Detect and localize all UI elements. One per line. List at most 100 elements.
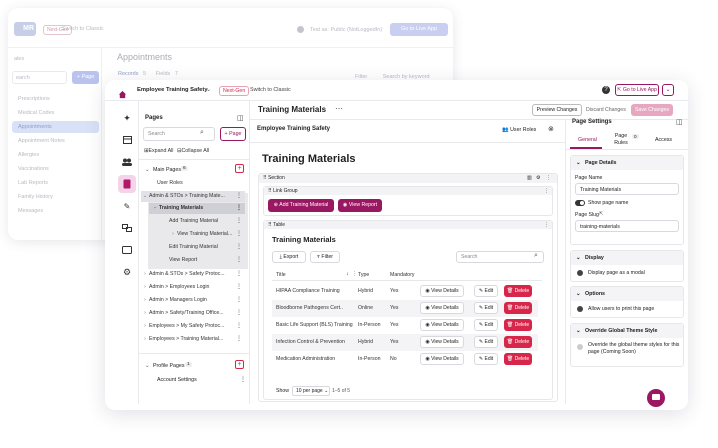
link-group-block[interactable]: ⠿ Link Group ⋮ ⊕ Add Training Material ◉… [263, 186, 553, 216]
bg-switch-classic-link[interactable]: Switch to Classic [62, 26, 104, 32]
view-details-button[interactable]: ◉ View Details [420, 319, 464, 331]
page-item[interactable]: › Admin > Managers Login ⋮ [141, 295, 245, 306]
go-live-button[interactable]: ⇱ Go to Live App [615, 84, 659, 96]
view-details-button[interactable]: ◉ View Details [420, 285, 464, 297]
more-icon[interactable]: ⋮ [236, 229, 242, 240]
layout-icon[interactable]: ▥ [527, 174, 532, 183]
page-item[interactable]: › Employees > My Safety Protoc... ⋮ [141, 321, 245, 332]
column-header-mandatory[interactable]: Mandatory [390, 272, 415, 278]
bg-nav-item-selected[interactable]: Appointments [18, 124, 52, 130]
show-page-name-toggle[interactable] [575, 200, 585, 206]
page-item[interactable]: › Admin & STOs > Safety Protoc... ⋮ [141, 269, 245, 280]
table-search-input[interactable]: Search [456, 251, 544, 263]
delete-button[interactable]: 🗑 Delete [504, 353, 532, 365]
bg-help-icon[interactable] [297, 26, 304, 33]
add-training-material-button[interactable]: ⊕ Add Training Material [268, 199, 334, 212]
bg-nav-item[interactable]: Lab Reports [18, 180, 48, 186]
expand-all-button[interactable]: ⊞Expand All [144, 148, 173, 154]
delete-button[interactable]: 🗑 Delete [504, 319, 532, 331]
chevron-down-icon[interactable]: ⌄ [145, 363, 149, 369]
delete-button[interactable]: 🗑 Delete [504, 302, 532, 314]
settings-gear-icon[interactable]: ⚙ [118, 263, 136, 281]
discard-changes-button[interactable]: Discard Changes [586, 107, 626, 113]
page-name-input[interactable]: Training Materials [575, 183, 679, 195]
drag-handle-icon[interactable]: ⠿ [263, 175, 267, 181]
page-item[interactable]: View Report ⋮ [149, 255, 245, 266]
more-icon[interactable]: ⋮ [236, 191, 242, 202]
column-menu-icon[interactable]: ⋮ [352, 271, 357, 277]
tab-general[interactable]: General [578, 137, 597, 143]
page-item[interactable]: Add Training Material ⋮ [149, 216, 245, 227]
sort-icon[interactable]: ↓ [346, 271, 349, 277]
drag-handle-icon[interactable]: ⠿ [268, 222, 272, 228]
edit-button[interactable]: ✎ Edit [474, 319, 498, 331]
table-row[interactable]: HIPAA Compliance Training Hybrid Yes ◉ View… [272, 283, 538, 300]
profile-pages-label[interactable]: Profile Pages [153, 363, 185, 369]
close-icon[interactable]: ⊗ [548, 125, 554, 133]
users-icon[interactable] [118, 153, 136, 171]
page-slug-input[interactable]: training-materials [575, 220, 679, 232]
collapse-all-button[interactable]: ⊟Collapse All [177, 148, 209, 154]
more-icon[interactable]: ⋮ [236, 334, 242, 345]
view-details-button[interactable]: ◉ View Details [420, 353, 464, 365]
more-icon[interactable]: ⋮ [236, 203, 242, 214]
edit-button[interactable]: ✎ Edit [474, 285, 498, 297]
chevron-down-icon[interactable]: ⌄ [145, 167, 149, 173]
flow-icon[interactable] [118, 219, 136, 237]
more-icon[interactable]: ⋮ [236, 295, 242, 306]
pages-search-input[interactable]: Search [143, 127, 215, 141]
panel-toggle-icon[interactable]: ◫ [676, 118, 683, 126]
edit-button[interactable]: ✎ Edit [474, 302, 498, 314]
bg-nav-item[interactable]: Vaccinations [18, 166, 49, 172]
code-icon[interactable] [118, 241, 136, 259]
bg-test-as[interactable]: Test as: Public (NotLoggedIn) [310, 27, 382, 33]
bg-tab-records[interactable]: Records [118, 71, 138, 77]
more-icon[interactable]: ⋮ [236, 269, 242, 280]
page-item[interactable]: User Roles [141, 178, 245, 189]
more-icon[interactable]: ⋮ [544, 187, 549, 195]
delete-button[interactable]: 🗑 Delete [504, 285, 532, 297]
table-row[interactable]: Bloodborne Pathogens Cert.. Online Yes ◉ Vi… [272, 300, 538, 317]
bg-search-input[interactable]: earch [12, 71, 67, 84]
bg-go-live-button[interactable]: Go to Live App [390, 23, 448, 36]
user-roles-button[interactable]: 👥 User Roles [502, 127, 536, 133]
page-item[interactable]: › View Training Material... ⋮ [149, 229, 245, 240]
page-item-selected[interactable]: ⌐ Training Materials ⋮ [149, 203, 245, 214]
page-item[interactable]: › Employees > Training Material... ⋮ [141, 334, 245, 345]
preview-changes-button[interactable]: Preview Changes [532, 104, 582, 116]
bg-nav-item[interactable]: Family History [18, 194, 53, 200]
options-header[interactable]: ⌄ Options [571, 287, 683, 301]
main-pages-label[interactable]: Main Pages [153, 167, 181, 173]
override-theme-header[interactable]: ⌄ Override Global Theme Style [571, 324, 683, 338]
edit-button[interactable]: ✎ Edit [474, 353, 498, 365]
chat-bubble-icon[interactable] [647, 389, 665, 407]
more-icon[interactable]: ⋮ [236, 216, 242, 227]
table-row[interactable]: Basic Life Support (BLS) Training In-Pers… [272, 317, 538, 334]
more-icon[interactable]: ⋮ [544, 221, 549, 229]
display-header[interactable]: ⌄ Display [571, 251, 683, 265]
more-icon[interactable]: ⋮ [546, 174, 551, 183]
view-report-button[interactable]: ◉ View Report [338, 199, 382, 212]
account-settings-item[interactable]: Account Settings [157, 377, 197, 383]
more-icon[interactable]: ⋮ [236, 308, 242, 319]
more-icon[interactable]: ⋮ [236, 242, 242, 253]
brush-icon[interactable]: ✎ [118, 197, 136, 215]
add-main-page-icon[interactable]: + [235, 164, 244, 173]
bg-nav-item[interactable]: Allergies [18, 152, 39, 158]
go-live-dropdown-icon[interactable]: ⌄ [662, 84, 674, 96]
filter-button[interactable]: ⫧ Filter [310, 251, 340, 263]
external-link-icon[interactable]: ⇱ [599, 211, 603, 217]
section-block[interactable]: ⠿ Section ▥ ⚙ ⋮ ⠿ Link Group ⋮ ⊕ Add Tra… [258, 173, 558, 402]
delete-button[interactable]: 🗑 Delete [504, 336, 532, 348]
drag-handle-icon[interactable]: ⠿ [268, 188, 272, 194]
bg-nav-item[interactable]: Messages [18, 208, 43, 214]
tab-page-rules[interactable]: Page Rules [612, 133, 630, 147]
bg-nav-item[interactable]: Prescriptions [18, 96, 50, 102]
bg-nav-item[interactable]: Appointment Notes [18, 138, 65, 144]
allow-print-toggle[interactable] [577, 306, 583, 312]
app-name[interactable]: Employee Training Safety [137, 87, 208, 93]
more-icon[interactable]: ⋮ [236, 321, 242, 332]
page-details-header[interactable]: ⌄ Page Details [571, 156, 683, 170]
save-changes-button[interactable]: Save Changes [631, 104, 673, 116]
settings-gear-icon[interactable]: ⚙ [536, 174, 540, 183]
